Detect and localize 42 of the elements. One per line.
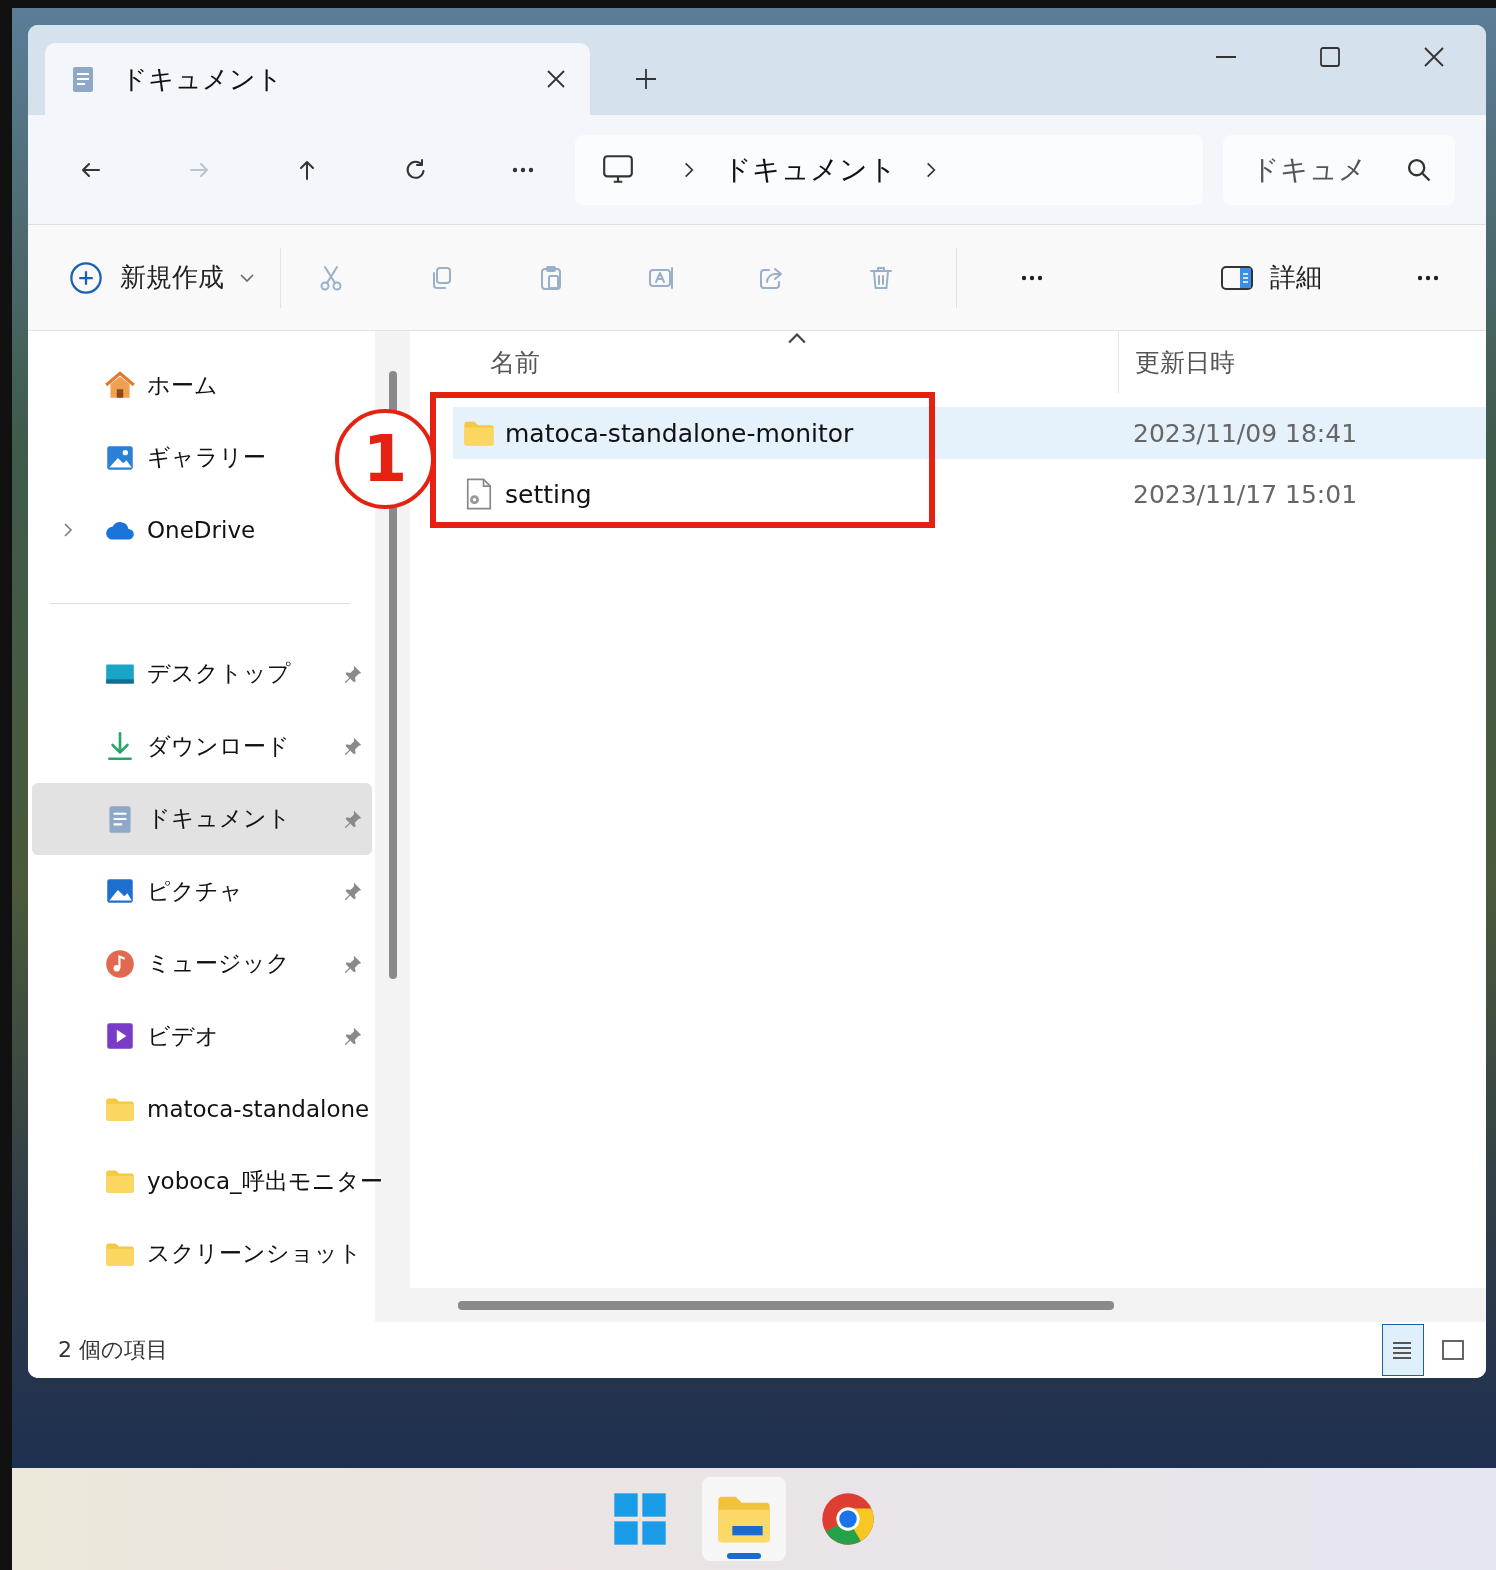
windows-tiles-icon [612, 1491, 668, 1547]
sidebar-item[interactable]: スクリーンショット [32, 1217, 362, 1290]
sidebar-item[interactable]: matoca-standalone [32, 1072, 370, 1145]
more-icon [512, 166, 534, 173]
close-icon[interactable] [1422, 45, 1446, 69]
maximize-icon[interactable] [1318, 45, 1342, 69]
tab[interactable]: ドキュメント [45, 43, 590, 115]
sidebar-item[interactable]: ホーム [32, 349, 218, 422]
file-row[interactable]: setting 2023/11/17 15:01 [453, 468, 1486, 520]
sidebar-item[interactable]: OneDrive [32, 494, 256, 567]
item-count: 2 個の項目 [58, 1336, 168, 1364]
more-icon [1021, 274, 1043, 281]
sidebar-item[interactable]: ビデオ [32, 1000, 372, 1073]
sidebar-item[interactable]: ミュージック [32, 927, 372, 1000]
file-name: setting [505, 479, 592, 509]
scrollbar-thumb[interactable] [458, 1300, 1114, 1310]
folder-app-button[interactable] [702, 1477, 786, 1561]
sidebar-item[interactable]: ピクチャ [32, 855, 372, 928]
plus-circle-icon [68, 259, 104, 296]
caret-icon [240, 273, 254, 282]
square-icon [1440, 1337, 1466, 1363]
sidebar-item[interactable]: ダウンロード [32, 710, 372, 783]
search-field[interactable]: ドキュメ [1223, 134, 1455, 205]
new-tab-icon[interactable] [634, 67, 658, 91]
modified-date: 2023/11/17 15:01 [1133, 479, 1358, 509]
details-button[interactable]: 詳細 [1212, 247, 1328, 308]
sidebar-item[interactable]: ドキュメント [32, 782, 372, 855]
column-header[interactable]: 名前 [410, 331, 1118, 393]
column-header[interactable]: 更新日時 [1118, 331, 1486, 393]
address-bar[interactable]: ドキュメント [575, 134, 1203, 205]
new-button[interactable]: 新規作成 [62, 247, 260, 308]
breadcrumb[interactable]: ドキュメント [723, 150, 897, 189]
sidebar-item[interactable]: ギャラリー [32, 421, 266, 494]
sidebar-item[interactable]: デスクトップ [32, 637, 372, 710]
file-row[interactable]: matoca-standalone-monitor 2023/11/09 18:41 [453, 407, 1486, 459]
more-icon [1417, 274, 1439, 281]
details-view-button[interactable] [1382, 1324, 1424, 1376]
browser-icon [820, 1491, 876, 1547]
modified-date: 2023/11/09 18:41 [1133, 418, 1358, 448]
tab-title: ドキュメント [121, 62, 284, 96]
file-name: matoca-standalone-monitor [505, 418, 854, 448]
sidebar-item[interactable]: yoboca_呼出モニター [32, 1145, 383, 1218]
